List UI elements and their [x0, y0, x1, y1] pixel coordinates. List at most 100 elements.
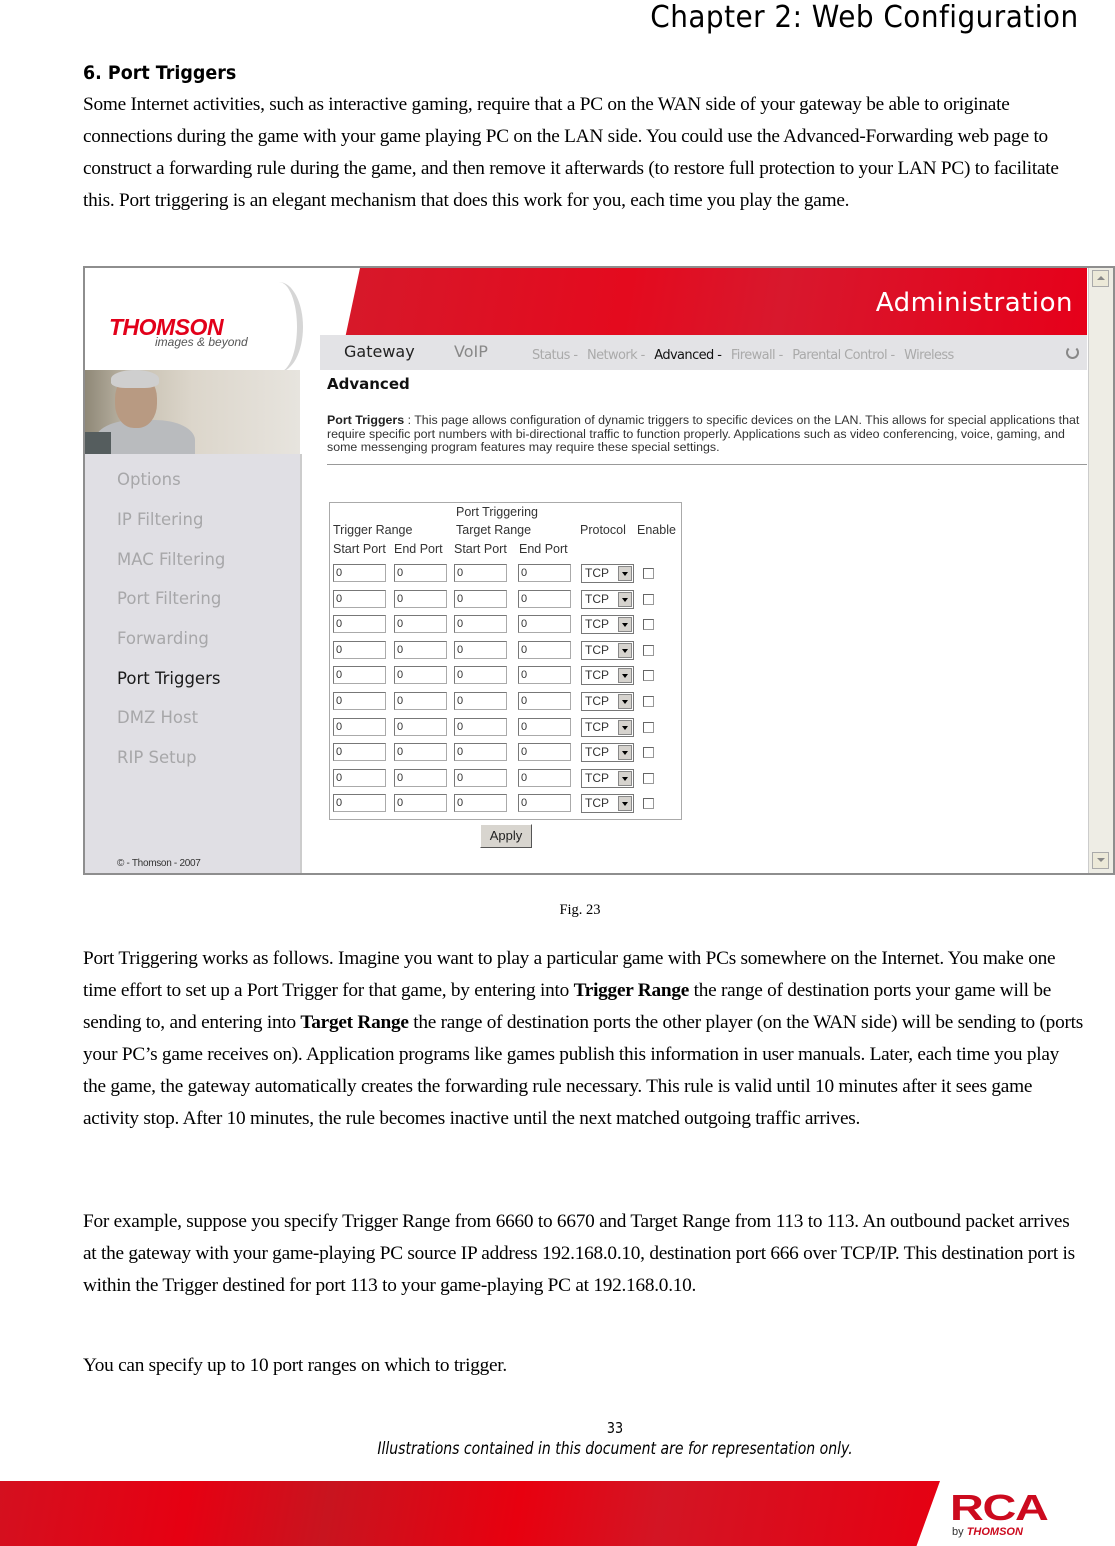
dropdown-arrow-icon[interactable]	[618, 566, 632, 581]
enable-checkbox[interactable]	[643, 644, 654, 656]
dropdown-arrow-icon[interactable]	[618, 591, 632, 607]
trigger-start-input[interactable]: 0	[333, 615, 386, 634]
subnav-firewall[interactable]: Firewall -	[731, 348, 783, 363]
protocol-select[interactable]: TCP	[581, 743, 634, 763]
dropdown-arrow-icon[interactable]	[618, 694, 632, 709]
enable-checkbox[interactable]	[643, 721, 654, 733]
nav-tab-gateway[interactable]: Gateway	[344, 342, 415, 361]
target-end-input[interactable]: 0	[518, 589, 571, 608]
dropdown-arrow-icon[interactable]	[618, 668, 632, 684]
disclaimer: Illustrations contained in this document…	[377, 1439, 853, 1458]
sidebar-item-ip-filtering[interactable]: IP Filtering	[117, 510, 203, 529]
enable-checkbox[interactable]	[643, 568, 654, 579]
enable-checkbox[interactable]	[643, 619, 654, 631]
trigger-end-input[interactable]: 0	[394, 615, 447, 634]
target-end-input[interactable]: 0	[518, 666, 571, 685]
trigger-start-input[interactable]: 0	[333, 666, 386, 685]
sidebar-item-rip-setup[interactable]: RIP Setup	[117, 748, 197, 767]
trigger-end-input[interactable]: 0	[394, 640, 447, 659]
trigger-start-input[interactable]: 0	[333, 743, 386, 762]
scroll-up-arrow-icon[interactable]	[1092, 270, 1109, 287]
target-end-input[interactable]: 0	[518, 794, 571, 813]
refresh-icon[interactable]	[1066, 346, 1079, 359]
dropdown-arrow-icon[interactable]	[618, 745, 632, 761]
sidebar-item-port-filtering[interactable]: Port Filtering	[117, 589, 221, 608]
target-start-input[interactable]: 0	[454, 794, 507, 813]
protocol-select[interactable]: TCP	[581, 768, 634, 788]
subnav-advanced[interactable]: Advanced -	[654, 348, 722, 363]
sidebar-item-dmz-host[interactable]: DMZ Host	[117, 708, 198, 727]
target-start-input[interactable]: 0	[454, 589, 507, 608]
trigger-end-input[interactable]: 0	[394, 564, 447, 582]
target-end-input[interactable]: 0	[518, 692, 571, 710]
protocol-select[interactable]: TCP	[581, 589, 634, 609]
trigger-start-input[interactable]: 0	[333, 794, 386, 813]
target-end-input[interactable]: 0	[518, 768, 571, 787]
target-start-input[interactable]: 0	[454, 743, 507, 762]
target-end-input[interactable]: 0	[518, 640, 571, 659]
target-start-input[interactable]: 0	[454, 692, 507, 710]
dropdown-arrow-icon[interactable]	[618, 642, 632, 658]
target-end-input[interactable]: 0	[518, 743, 571, 762]
protocol-select[interactable]: TCP	[581, 794, 634, 814]
protocol-select[interactable]: TCP	[581, 692, 634, 711]
protocol-select[interactable]: TCP	[581, 717, 634, 737]
enable-checkbox[interactable]	[643, 747, 654, 759]
enable-checkbox[interactable]	[643, 670, 654, 682]
trigger-end-input[interactable]: 0	[394, 743, 447, 762]
subnav-network[interactable]: Network -	[587, 348, 645, 363]
sidebar-item-forwarding[interactable]: Forwarding	[117, 629, 209, 648]
trigger-end-input[interactable]: 0	[394, 692, 447, 710]
apply-button[interactable]: Apply	[480, 824, 532, 848]
protocol-select[interactable]: TCP	[581, 615, 634, 635]
trigger-start-input[interactable]: 0	[333, 768, 386, 787]
trigger-start-input[interactable]: 0	[333, 640, 386, 659]
sidebar-item-mac-filtering[interactable]: MAC Filtering	[117, 550, 225, 569]
trigger-start-input[interactable]: 0	[333, 692, 386, 710]
protocol-select[interactable]: TCP	[581, 640, 634, 660]
enable-checkbox[interactable]	[643, 772, 654, 784]
sidebar-item-port-triggers[interactable]: Port Triggers	[117, 669, 220, 688]
trigger-end-input[interactable]: 0	[394, 666, 447, 685]
target-start-input[interactable]: 0	[454, 768, 507, 787]
description-separator: :	[404, 413, 415, 427]
enable-checkbox[interactable]	[643, 593, 654, 605]
dropdown-arrow-icon[interactable]	[618, 796, 632, 812]
sidebar-item-options[interactable]: Options	[117, 470, 181, 489]
trigger-start-input[interactable]: 0	[333, 589, 386, 608]
trigger-end-input[interactable]: 0	[394, 768, 447, 787]
para2-bold-trigger: Trigger Range	[573, 980, 690, 1001]
trigger-end-input[interactable]: 0	[394, 794, 447, 813]
trigger-end-input[interactable]: 0	[394, 589, 447, 608]
explanation-paragraph: Port Triggering works as follows. Imagin…	[83, 943, 1083, 1135]
target-start-input[interactable]: 0	[454, 717, 507, 736]
trigger-start-input[interactable]: 0	[333, 564, 386, 582]
subnav-wireless[interactable]: Wireless	[904, 348, 954, 363]
subnav-status[interactable]: Status -	[532, 348, 578, 363]
target-end-input[interactable]: 0	[518, 615, 571, 634]
scroll-down-arrow-icon[interactable]	[1092, 852, 1109, 869]
dropdown-arrow-icon[interactable]	[618, 719, 632, 735]
target-start-input[interactable]: 0	[454, 640, 507, 659]
target-start-input[interactable]: 0	[454, 666, 507, 685]
header-protocol: Protocol	[580, 523, 626, 537]
photo-laptop	[85, 432, 111, 454]
enable-checkbox[interactable]	[643, 696, 654, 707]
table-row: 0 0 0 0 TCP	[333, 640, 678, 663]
target-end-input[interactable]: 0	[518, 717, 571, 736]
trigger-start-input[interactable]: 0	[333, 717, 386, 736]
protocol-select[interactable]: TCP	[581, 666, 634, 686]
table-caption: Port Triggering	[456, 505, 538, 519]
protocol-select[interactable]: TCP	[581, 564, 634, 583]
enable-checkbox[interactable]	[643, 798, 654, 810]
dropdown-arrow-icon[interactable]	[618, 617, 632, 633]
nav-tab-voip[interactable]: VoIP	[454, 342, 488, 361]
dropdown-arrow-icon[interactable]	[618, 770, 632, 786]
subnav-parental-control[interactable]: Parental Control -	[792, 348, 895, 363]
target-start-input[interactable]: 0	[454, 564, 507, 582]
page-number: 33	[606, 1419, 624, 1437]
target-end-input[interactable]: 0	[518, 564, 571, 582]
vertical-scrollbar[interactable]	[1088, 268, 1113, 873]
target-start-input[interactable]: 0	[454, 615, 507, 634]
trigger-end-input[interactable]: 0	[394, 717, 447, 736]
